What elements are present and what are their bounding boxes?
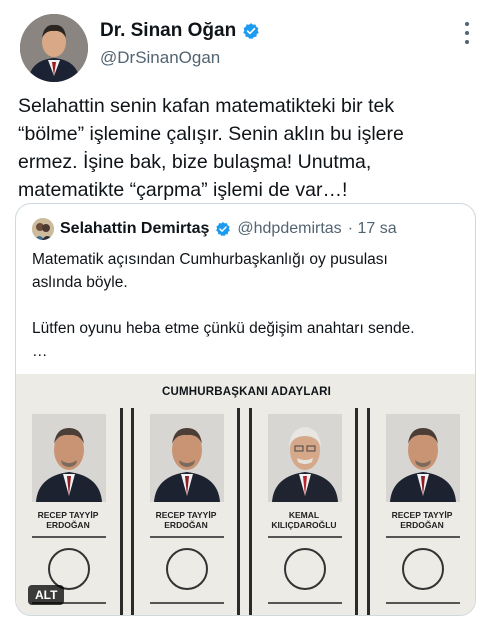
tweet-text: Selahattin senin kafan matematikteki bir…: [18, 92, 473, 204]
column-divider: [237, 408, 240, 615]
tweet-line: “bölme” işlemine çalışır. Senin aklın bu…: [18, 123, 404, 145]
quoted-author-name[interactable]: Selahattin Demirtaş: [60, 220, 209, 238]
candidate-name-line1: RECEP TAYYİP: [155, 510, 217, 520]
quoted-tweet[interactable]: Selahattin Demirtaş @hdpdemirtas · 17 sa…: [15, 203, 476, 616]
column-divider: [131, 408, 134, 615]
candidate-name-line2: ERDOĞAN: [46, 520, 90, 530]
divider: [32, 536, 106, 538]
divider: [150, 602, 224, 604]
vote-circle: [166, 548, 208, 590]
candidate-name-line2: ERDOĞAN: [164, 520, 208, 530]
candidate-photo: [268, 414, 342, 502]
ballot-title: CUMHURBAŞKANI ADAYLARI: [161, 386, 332, 398]
vote-circle: [48, 548, 90, 590]
ballot-image[interactable]: CUMHURBAŞKANI ADAYLARI RECEP TAYYİP ERDOĞ…: [16, 374, 475, 615]
column-divider: [355, 408, 358, 615]
author-avatar[interactable]: [20, 14, 88, 82]
candidate-name-line2: KILIÇDAROĞLU: [271, 520, 337, 530]
candidate-name-line2: ERDOĞAN: [400, 520, 444, 530]
tweet-header: Dr. Sinan Oğan @DrSinanOgan: [14, 12, 476, 84]
divider: [150, 536, 224, 538]
candidate-name-line1: KEMAL: [288, 510, 320, 520]
tweet-line: ermez. İşine bak, bize bulaşma! Unutma,: [18, 151, 372, 173]
candidate-column: KEMAL KILIÇDAROĞLU: [254, 408, 349, 615]
candidate-photo: [386, 414, 460, 502]
quoted-line: aslında böyle.: [32, 274, 128, 291]
quoted-author-handle[interactable]: @hdpdemirtas: [237, 220, 341, 238]
author-name[interactable]: Dr. Sinan Oğan: [100, 20, 236, 42]
alt-text-button[interactable]: ALT: [28, 585, 65, 605]
quoted-timestamp[interactable]: · 17 sa: [348, 220, 397, 238]
quoted-line: Lütfen oyunu heba etme çünkü değişim ana…: [32, 320, 415, 337]
verified-badge-icon: [216, 222, 231, 237]
vote-circle: [284, 548, 326, 590]
column-divider: [120, 408, 123, 615]
quoted-text: Matematik açısından Cumhurbaşkanlığı oy …: [32, 248, 462, 363]
candidate-photo: [32, 414, 106, 502]
quoted-line: Matematik açısından Cumhurbaşkanlığı oy …: [32, 251, 388, 268]
divider: [268, 602, 342, 604]
quoted-line: [32, 294, 462, 317]
quoted-line: …: [32, 343, 48, 360]
tweet-line: Selahattin senin kafan matematikteki bir…: [18, 95, 395, 117]
vote-circle: [402, 548, 444, 590]
candidate-name-line1: RECEP TAYYİP: [391, 510, 453, 520]
candidate-column: RECEP TAYYİP ERDOĞAN: [372, 408, 467, 615]
column-divider: [249, 408, 252, 615]
verified-badge-icon: [243, 23, 259, 39]
candidate-column: RECEP TAYYİP ERDOĞAN: [136, 408, 231, 615]
quoted-author-avatar: [32, 218, 54, 240]
more-options-icon[interactable]: [464, 22, 470, 44]
divider: [268, 536, 342, 538]
author-handle[interactable]: @DrSinanOgan: [100, 48, 220, 68]
tweet-line: matematikte “çarpma” işlemi de var…!: [18, 179, 348, 201]
divider: [386, 536, 460, 538]
column-divider: [367, 408, 370, 615]
divider: [386, 602, 460, 604]
candidate-name-line1: RECEP TAYYİP: [37, 510, 99, 520]
candidate-photo: [150, 414, 224, 502]
